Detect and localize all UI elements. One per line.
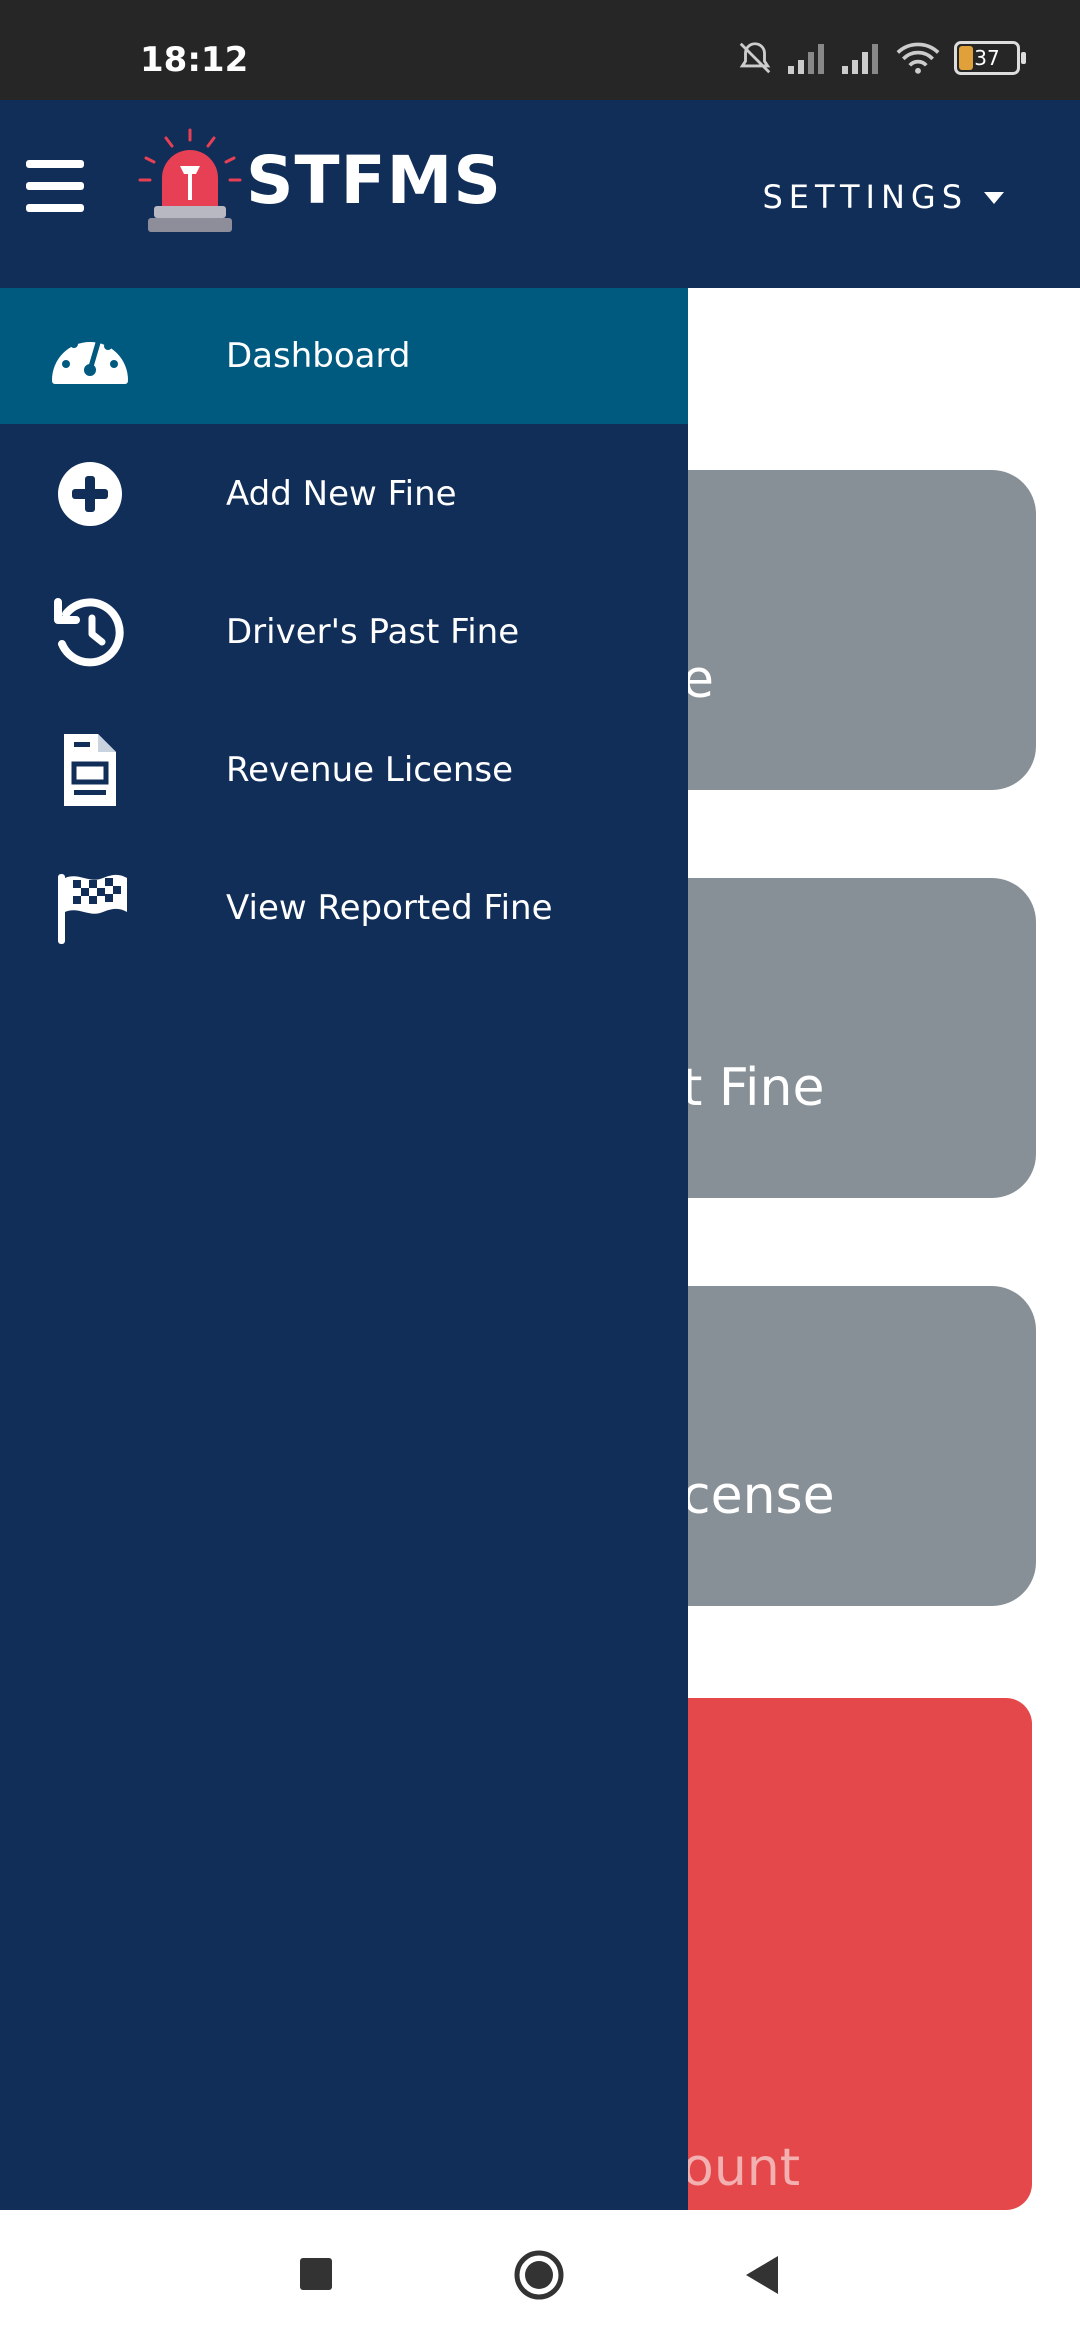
drawer-item-label: Driver's Past Fine <box>226 612 520 652</box>
drawer-item-label: Add New Fine <box>226 474 457 514</box>
status-time: 18:12 <box>140 40 249 80</box>
mute-bell-icon <box>739 42 771 74</box>
drawer-item-label: View Reported Fine <box>226 888 553 928</box>
caret-down-icon <box>984 192 1004 204</box>
card-label: ount <box>682 2138 801 2198</box>
drawer-item-view-reported-fine[interactable]: View Reported Fine <box>0 840 688 976</box>
battery-level: 37 <box>974 46 1000 70</box>
wifi-icon <box>896 42 940 74</box>
card-label: t Fine <box>682 1058 825 1118</box>
back-button[interactable] <box>742 2254 782 2296</box>
app-bar: STFMS SETTINGS <box>0 100 1080 288</box>
drawer-item-add-new-fine[interactable]: Add New Fine <box>0 426 688 562</box>
history-icon <box>54 598 124 667</box>
checkered-flag-icon <box>58 874 127 944</box>
card-label: e <box>682 650 714 710</box>
card-label: cense <box>682 1466 835 1526</box>
drawer-item-revenue-license[interactable]: Revenue License <box>0 702 688 838</box>
drawer-item-drivers-past-fine[interactable]: Driver's Past Fine <box>0 564 688 700</box>
siren-logo-icon <box>138 128 242 232</box>
plus-circle-icon <box>58 462 122 526</box>
drawer-item-label: Revenue License <box>226 750 514 790</box>
document-icon <box>64 734 116 806</box>
drawer-item-dashboard[interactable]: Dashboard <box>0 288 688 424</box>
drawer-item-label: Dashboard <box>226 336 411 376</box>
speedometer-icon <box>52 332 128 384</box>
status-icons: 37 <box>736 38 1026 78</box>
recents-button[interactable] <box>300 2258 332 2290</box>
battery-icon: 37 <box>954 41 1026 75</box>
hamburger-menu-icon[interactable] <box>26 160 84 212</box>
settings-label: SETTINGS <box>762 178 968 216</box>
navigation-drawer: Dashboard Add New Fine Driver's Past Fin… <box>0 288 688 2210</box>
settings-dropdown[interactable]: SETTINGS <box>762 178 1004 216</box>
signal-icon-2 <box>842 44 878 74</box>
signal-icon <box>788 44 824 74</box>
home-button[interactable] <box>512 2248 566 2302</box>
status-bar: 18:12 37 <box>0 0 1080 100</box>
brand-title: STFMS <box>246 142 502 219</box>
system-navigation-bar <box>0 2210 1080 2340</box>
